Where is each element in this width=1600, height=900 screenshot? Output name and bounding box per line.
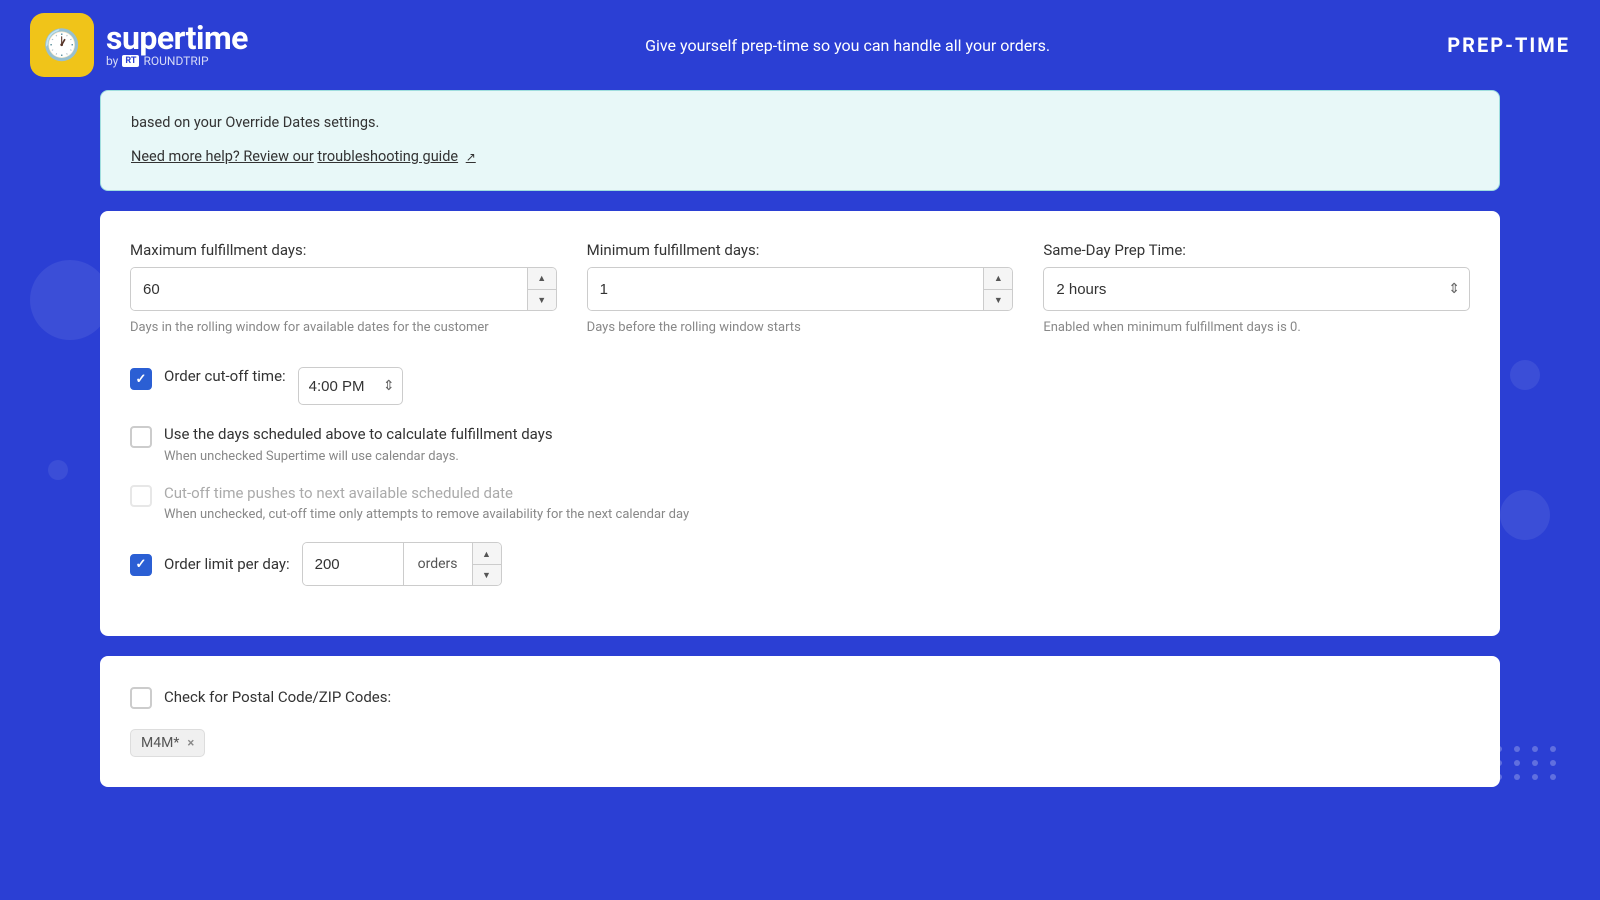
cutoff-time-select[interactable]: 12:00 PM 1:00 PM 2:00 PM 3:00 PM 4:00 PM…: [298, 367, 403, 405]
min-fulfillment-hint: Days before the rolling window starts: [587, 319, 1014, 337]
order-limit-row: Order limit per day: orders ▲ ▼: [130, 542, 1470, 586]
cutoff-label-group: Order cut-off time:: [164, 367, 286, 387]
orders-unit: orders: [403, 543, 472, 585]
cutoff-pushes-label: Cut-off time pushes to next available sc…: [164, 484, 689, 504]
logo-clock-icon: 🕐: [43, 28, 80, 63]
min-fulfillment-label: Minimum fulfillment days:: [587, 241, 1014, 259]
logo-text: supertime by RT ROUNDTRIP: [106, 22, 248, 68]
min-fulfillment-up[interactable]: ▲: [984, 268, 1012, 290]
min-fulfillment-down[interactable]: ▼: [984, 290, 1012, 311]
info-box: based on your Override Dates settings. N…: [100, 90, 1500, 191]
sameday-hint: Enabled when minimum fulfillment days is…: [1043, 319, 1470, 337]
postal-label: Check for Postal Code/ZIP Codes:: [164, 688, 391, 708]
cutoff-time-wrap: 12:00 PM 1:00 PM 2:00 PM 3:00 PM 4:00 PM…: [298, 367, 403, 405]
logo-icon: 🕐: [30, 13, 94, 77]
order-limit-label: Order limit per day:: [164, 555, 290, 575]
use-scheduled-label: Use the days scheduled above to calculat…: [164, 425, 553, 445]
fulfillment-row: Maximum fulfillment days: ▲ ▼ Days in th…: [130, 241, 1470, 337]
cutoff-checkbox[interactable]: [130, 368, 152, 390]
order-limit-spinner: ▲ ▼: [472, 543, 501, 585]
max-fulfillment-down[interactable]: ▼: [528, 290, 556, 311]
max-fulfillment-hint: Days in the rolling window for available…: [130, 319, 557, 337]
postal-row: Check for Postal Code/ZIP Codes:: [130, 686, 1470, 709]
use-scheduled-checkbox[interactable]: [130, 426, 152, 448]
order-limit-down[interactable]: ▼: [473, 565, 501, 586]
logo-area: 🕐 supertime by RT ROUNDTRIP: [30, 13, 248, 77]
app-name: supertime: [106, 22, 248, 54]
cutoff-pushes-hint: When unchecked, cut-off time only attemp…: [164, 507, 689, 522]
use-scheduled-label-group: Use the days scheduled above to calculat…: [164, 425, 553, 464]
postal-tags-row: M4M* ×: [130, 729, 1470, 757]
header: 🕐 supertime by RT ROUNDTRIP Give yoursel…: [0, 0, 1600, 90]
sameday-prep-col: Same-Day Prep Time: 1 hour 2 hours 3 hou…: [1043, 241, 1470, 337]
header-tagline: Give yourself prep-time so you can handl…: [248, 36, 1447, 55]
order-limit-checkbox[interactable]: [130, 554, 152, 576]
min-fulfillment-col: Minimum fulfillment days: ▲ ▼ Days befor…: [587, 241, 1014, 337]
troubleshooting-link[interactable]: Need more help? Review our troubleshooti…: [131, 148, 476, 165]
use-scheduled-row: Use the days scheduled above to calculat…: [130, 425, 1470, 464]
external-link-icon: ↗: [466, 150, 476, 164]
sameday-select-wrap: 1 hour 2 hours 3 hours 4 hours 6 hours 8…: [1043, 267, 1470, 311]
settings-card: Maximum fulfillment days: ▲ ▼ Days in th…: [100, 211, 1500, 636]
postal-card: Check for Postal Code/ZIP Codes: M4M* ×: [100, 656, 1500, 787]
cutoff-row: Order cut-off time: 12:00 PM 1:00 PM 2:0…: [130, 367, 1470, 405]
order-limit-input-wrap: orders ▲ ▼: [302, 542, 502, 586]
troubleshooting-link-text: troubleshooting guide: [317, 148, 458, 165]
header-section: PREP-TIME: [1447, 33, 1570, 57]
postal-tag-remove[interactable]: ×: [187, 737, 194, 750]
sameday-label: Same-Day Prep Time:: [1043, 241, 1470, 259]
min-fulfillment-input-wrap: ▲ ▼: [587, 267, 1014, 311]
order-limit-input[interactable]: [303, 543, 403, 585]
max-fulfillment-label: Maximum fulfillment days:: [130, 241, 557, 259]
cutoff-pushes-row: Cut-off time pushes to next available sc…: [130, 484, 1470, 523]
max-fulfillment-up[interactable]: ▲: [528, 268, 556, 290]
roundtrip-icon: RT: [122, 55, 139, 67]
info-text: based on your Override Dates settings.: [131, 111, 1469, 134]
postal-tag: M4M* ×: [130, 729, 205, 757]
max-fulfillment-input[interactable]: [131, 268, 527, 310]
max-fulfillment-col: Maximum fulfillment days: ▲ ▼ Days in th…: [130, 241, 557, 337]
order-limit-up[interactable]: ▲: [473, 543, 501, 565]
cutoff-pushes-label-group: Cut-off time pushes to next available sc…: [164, 484, 689, 523]
postal-tag-value: M4M*: [141, 735, 179, 751]
sameday-select[interactable]: 1 hour 2 hours 3 hours 4 hours 6 hours 8…: [1043, 267, 1470, 311]
max-fulfillment-input-wrap: ▲ ▼: [130, 267, 557, 311]
logo-by: by RT ROUNDTRIP: [106, 54, 248, 68]
min-fulfillment-spinner: ▲ ▼: [983, 268, 1012, 310]
postal-checkbox[interactable]: [130, 687, 152, 709]
cutoff-pushes-checkbox[interactable]: [130, 485, 152, 507]
cutoff-label: Order cut-off time:: [164, 367, 286, 387]
use-scheduled-hint: When unchecked Supertime will use calend…: [164, 449, 553, 464]
max-fulfillment-spinner: ▲ ▼: [527, 268, 556, 310]
min-fulfillment-input[interactable]: [588, 268, 984, 310]
